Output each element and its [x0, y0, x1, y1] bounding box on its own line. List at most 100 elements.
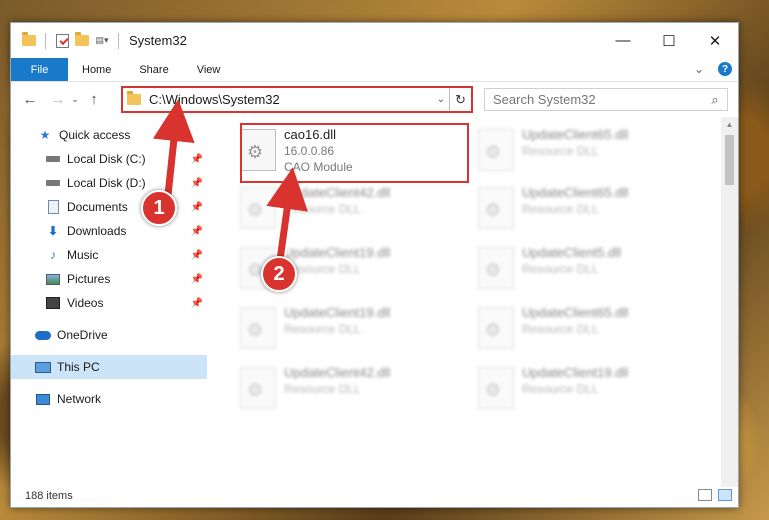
- search-input[interactable]: [493, 92, 703, 107]
- tab-view[interactable]: View: [183, 58, 235, 81]
- forward-button[interactable]: →: [47, 91, 69, 108]
- file-description: Resource DLL: [284, 262, 361, 276]
- file-name: UpdateClient42.dll: [284, 365, 391, 380]
- tab-home[interactable]: Home: [68, 58, 125, 81]
- sidebar-item-label: Quick access: [59, 128, 131, 142]
- sidebar-item-this-pc[interactable]: This PC: [11, 355, 207, 379]
- refresh-icon[interactable]: ↻: [449, 88, 471, 111]
- file-item[interactable]: UpdateClient19.dll Resource DLL: [476, 361, 706, 417]
- file-description: Resource DLL: [522, 202, 599, 216]
- up-button[interactable]: ↑: [83, 91, 105, 108]
- pictures-icon: [45, 272, 61, 286]
- sidebar-item-downloads[interactable]: ⬇ Downloads 📌: [11, 219, 207, 243]
- sidebar-item-local-disk-c[interactable]: Local Disk (C:) 📌: [11, 147, 207, 171]
- sidebar-item-label: Network: [57, 392, 102, 406]
- file-item[interactable]: UpdateClient42.dll Resource DLL: [238, 181, 468, 237]
- drive-icon: [45, 152, 61, 166]
- pin-icon[interactable]: 📌: [191, 298, 203, 309]
- sidebar-item-videos[interactable]: Videos 📌: [11, 291, 207, 315]
- dll-file-icon: [240, 367, 276, 409]
- tab-file[interactable]: File: [11, 58, 68, 81]
- pin-icon[interactable]: 📌: [191, 202, 203, 213]
- address-path[interactable]: C:\Windows\System32: [149, 92, 433, 107]
- address-bar[interactable]: C:\Windows\System32 ⌄ ↻: [121, 86, 473, 113]
- downloads-icon: ⬇: [47, 224, 59, 238]
- new-folder-icon[interactable]: [74, 32, 90, 49]
- explorer-window: ▤▾ System32 — ☐ ✕ File Home Share View ⌄…: [10, 22, 739, 508]
- dll-file-icon: [240, 187, 276, 229]
- separator: [118, 32, 119, 49]
- quick-access-toolbar: ▤▾: [11, 32, 123, 49]
- file-item[interactable]: UpdateClient19.dll Resource DLL: [238, 301, 468, 357]
- folder-icon: [21, 32, 37, 49]
- search-box[interactable]: ⌕: [484, 88, 728, 111]
- scroll-up-icon[interactable]: ▲: [721, 117, 738, 133]
- minimize-button[interactable]: —: [600, 23, 646, 58]
- sidebar-item-music[interactable]: ♪ Music 📌: [11, 243, 207, 267]
- file-item[interactable]: UpdateClient65.dll Resource DLL: [476, 123, 706, 179]
- sidebar-item-pictures[interactable]: Pictures 📌: [11, 267, 207, 291]
- dll-file-icon: [478, 187, 514, 229]
- sidebar-item-label: Downloads: [67, 224, 127, 238]
- dll-file-icon: [478, 247, 514, 289]
- sidebar-item-label: This PC: [57, 360, 100, 374]
- step-marker-2: 2: [261, 256, 297, 292]
- file-description: Resource DLL: [284, 202, 361, 216]
- file-name: UpdateClient65.dll: [522, 305, 629, 320]
- address-dropdown-icon[interactable]: ⌄: [433, 94, 449, 105]
- file-item[interactable]: UpdateClient5.dll Resource DLL: [476, 241, 706, 297]
- file-name: UpdateClient65.dll: [522, 185, 629, 200]
- sidebar-item-documents[interactable]: Documents 📌: [11, 195, 207, 219]
- pin-icon[interactable]: 📌: [191, 154, 203, 165]
- file-name: UpdateClient65.dll: [522, 127, 629, 142]
- network-icon: [35, 392, 51, 406]
- tiles-view-icon[interactable]: [718, 489, 732, 501]
- details-view-icon[interactable]: [698, 489, 712, 501]
- back-button[interactable]: ←: [19, 91, 41, 108]
- sidebar-item-label: Videos: [67, 296, 104, 310]
- view-switcher: [698, 489, 732, 501]
- tab-share[interactable]: Share: [125, 58, 182, 81]
- sidebar-item-local-disk-d[interactable]: Local Disk (D:) 📌: [11, 171, 207, 195]
- pin-icon[interactable]: 📌: [191, 226, 203, 237]
- dll-file-icon: [478, 307, 514, 349]
- address-row: ← → ⌄ ↑ C:\Windows\System32 ⌄ ↻ ⌕: [11, 82, 738, 116]
- sidebar-item-network[interactable]: Network: [11, 387, 207, 411]
- customize-toolbar-icon[interactable]: ▤▾: [94, 33, 110, 49]
- music-icon: ♪: [50, 248, 56, 262]
- file-description: Resource DLL: [522, 262, 599, 276]
- recent-locations-icon[interactable]: ⌄: [69, 94, 81, 105]
- dll-file-icon: [478, 367, 514, 409]
- file-description: Resource DLL: [522, 322, 599, 336]
- pin-icon[interactable]: 📌: [191, 250, 203, 261]
- sidebar-item-quick-access[interactable]: ★ Quick access: [11, 123, 207, 147]
- vertical-scrollbar[interactable]: ▲: [721, 117, 738, 487]
- navigation-pane: ★ Quick access Local Disk (C:) 📌 Local D…: [11, 117, 207, 487]
- file-description: Resource DLL: [284, 382, 361, 396]
- sidebar-item-label: Local Disk (D:): [67, 176, 146, 190]
- file-name: UpdateClient5.dll: [522, 245, 622, 260]
- maximize-button[interactable]: ☐: [646, 23, 692, 58]
- videos-icon: [45, 296, 61, 310]
- highlight-box: [240, 123, 469, 183]
- properties-icon[interactable]: [54, 33, 70, 49]
- onedrive-icon: [35, 328, 51, 342]
- file-item[interactable]: UpdateClient42.dll Resource DLL: [238, 361, 468, 417]
- file-item[interactable]: UpdateClient65.dll Resource DLL: [476, 301, 706, 357]
- search-icon[interactable]: ⌕: [703, 92, 727, 108]
- sidebar-item-label: Local Disk (C:): [67, 152, 146, 166]
- close-button[interactable]: ✕: [692, 23, 738, 58]
- title-bar: ▤▾ System32 — ☐ ✕: [11, 23, 738, 58]
- expand-ribbon-icon[interactable]: ⌄: [694, 62, 704, 76]
- dll-file-icon: [478, 129, 514, 171]
- help-icon[interactable]: ?: [718, 62, 732, 76]
- sidebar-item-label: Documents: [67, 200, 128, 214]
- pin-icon[interactable]: 📌: [191, 274, 203, 285]
- sidebar-item-label: OneDrive: [57, 328, 108, 342]
- file-item[interactable]: UpdateClient65.dll Resource DLL: [476, 181, 706, 237]
- file-name: UpdateClient42.dll: [284, 185, 391, 200]
- sidebar-item-onedrive[interactable]: OneDrive: [11, 323, 207, 347]
- pin-icon[interactable]: 📌: [191, 178, 203, 189]
- scroll-thumb[interactable]: [725, 135, 734, 185]
- ribbon-right: ⌄ ?: [694, 62, 732, 76]
